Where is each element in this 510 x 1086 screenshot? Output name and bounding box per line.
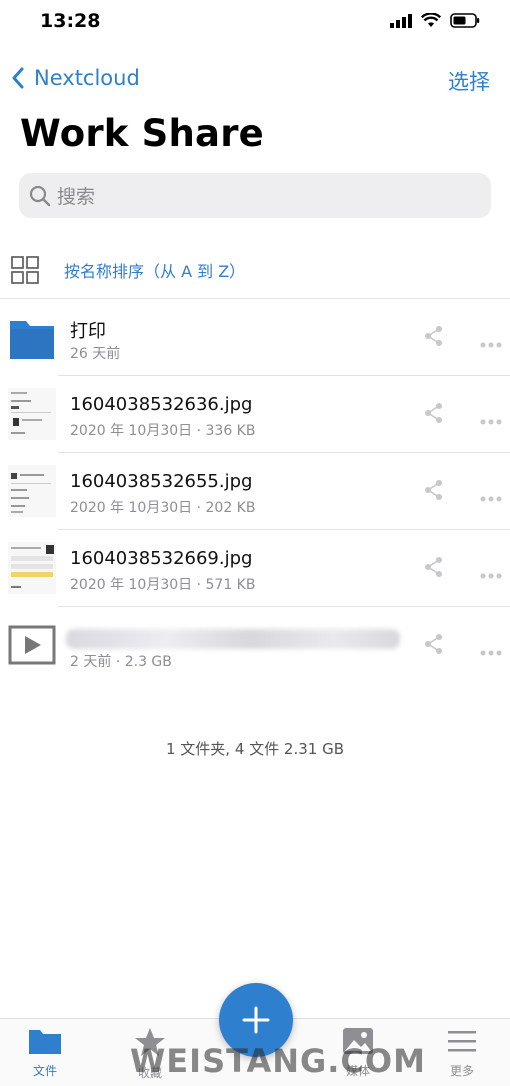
more-icon[interactable]	[480, 487, 502, 506]
share-icon[interactable]	[424, 633, 444, 659]
watermark: WEISTANG.COM	[130, 1042, 426, 1080]
tab-label: 文件	[32, 1064, 57, 1078]
list-item-image[interactable]: 1604038532669.jpg 2020 年 10月30日 · 571 KB	[0, 530, 510, 607]
battery-icon	[450, 13, 480, 28]
list-item-video[interactable]: 2 天前 · 2.3 GB	[0, 607, 510, 684]
more-icon[interactable]	[480, 641, 502, 660]
search-icon	[29, 185, 51, 207]
file-meta: 2 天前 · 2.3 GB	[70, 654, 172, 670]
file-name-blurred	[66, 629, 400, 649]
plus-icon	[242, 1006, 270, 1034]
list-item-image[interactable]: 1604038532655.jpg 2020 年 10月30日 · 202 KB	[0, 453, 510, 530]
file-meta: 26 天前	[70, 346, 121, 362]
back-label: Nextcloud	[34, 66, 140, 90]
page-title: Work Share	[20, 112, 264, 155]
list-item-image[interactable]: 1604038532636.jpg 2020 年 10月30日 · 336 KB	[0, 376, 510, 453]
sort-button[interactable]: 按名称排序（从 A 到 Z）	[64, 258, 245, 282]
image-thumbnail-icon	[8, 542, 56, 594]
status-time: 13:28	[40, 10, 101, 32]
search-placeholder: 搜索	[57, 186, 96, 208]
more-icon[interactable]	[480, 333, 502, 352]
search-input[interactable]: 搜索	[19, 173, 491, 218]
folder-icon	[29, 1030, 61, 1054]
back-button[interactable]: Nextcloud	[10, 66, 140, 90]
folder-summary: 1 文件夹, 4 文件 2.31 GB	[165, 740, 344, 758]
video-icon	[8, 619, 56, 671]
status-icons	[390, 13, 480, 28]
file-name: 1604038532636.jpg	[70, 394, 253, 415]
image-thumbnail-icon	[8, 465, 56, 517]
more-icon[interactable]	[480, 564, 502, 583]
tab-more[interactable]: 更多	[427, 1027, 497, 1079]
file-meta: 2020 年 10月30日 · 571 KB	[70, 577, 256, 593]
share-icon[interactable]	[424, 479, 444, 505]
share-icon[interactable]	[424, 556, 444, 582]
image-thumbnail-icon	[8, 388, 56, 440]
select-button[interactable]: 选择	[448, 66, 490, 96]
more-icon[interactable]	[480, 410, 502, 429]
file-meta: 2020 年 10月30日 · 202 KB	[70, 500, 256, 516]
share-icon[interactable]	[424, 325, 444, 351]
folder-icon	[8, 311, 56, 363]
file-meta: 2020 年 10月30日 · 336 KB	[70, 423, 256, 439]
wifi-icon	[421, 13, 441, 27]
tab-label: 更多	[449, 1064, 474, 1078]
grid-view-icon[interactable]	[11, 256, 39, 288]
chevron-left-icon	[12, 67, 24, 89]
file-name: 打印	[70, 321, 106, 342]
file-name: 1604038532669.jpg	[70, 548, 253, 569]
file-name: 1604038532655.jpg	[70, 471, 253, 492]
tab-files[interactable]: 文件	[10, 1027, 80, 1079]
signal-icon	[390, 13, 412, 28]
list-item-folder[interactable]: 打印 26 天前	[0, 299, 510, 376]
menu-icon	[448, 1031, 476, 1052]
share-icon[interactable]	[424, 402, 444, 428]
sort-row: 按名称排序（从 A 到 Z）	[0, 246, 510, 294]
